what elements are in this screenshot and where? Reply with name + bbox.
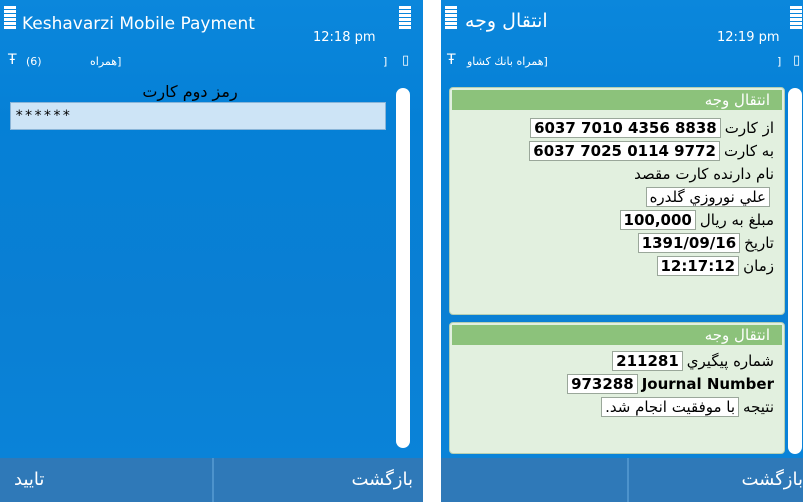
transfer-details-panel: انتقال وجه از كارت6037 7010 4356 8838 به…	[449, 87, 785, 315]
journal-label: Journal Number	[641, 375, 774, 393]
subbar-bracket: ]	[383, 55, 388, 68]
result-row: نتيجهبا موفقيت انجام شد.	[456, 397, 774, 419]
softkey-bar: بازگشت	[441, 458, 803, 502]
password-form: رمز دوم كارت ******	[0, 82, 392, 454]
holder-name-value: علي نوروزي گلدره	[645, 187, 770, 207]
amount-row: مبلغ به ريال100,000	[456, 210, 774, 232]
antenna-icon: Ŧ	[447, 52, 456, 68]
date-label: تاريخ	[744, 234, 774, 252]
clock: 12:19 pm	[717, 30, 780, 45]
panel-header: انتقال وجه	[452, 325, 782, 345]
phone-screen-transfer-result: انتقال وجه 12:19 pm Ŧ همراه بانك كشاو] ]…	[441, 0, 803, 502]
sub-status-bar: Ŧ همراه بانك كشاو] ] ▯	[441, 52, 803, 74]
panel-header: انتقال وجه	[452, 90, 782, 110]
status-bar: Keshavarzi Mobile Payment 12:18 pm	[0, 0, 423, 48]
password-input[interactable]: ******	[10, 102, 386, 130]
softkey-divider	[212, 458, 214, 502]
scrollbar[interactable]	[788, 88, 802, 454]
softkey-divider	[627, 458, 629, 502]
app-title: Keshavarzi Mobile Payment	[22, 14, 255, 34]
holder-name-row: علي نوروزي گلدره	[456, 187, 774, 209]
to-card-row: به كارت6037 7025 0114 9772	[456, 141, 774, 163]
date-row: تاريخ1391/09/16	[456, 233, 774, 255]
from-card-label: از كارت	[724, 119, 774, 137]
sub-status-bar: Ŧ (6) همراه] ] ▯	[0, 52, 423, 74]
signal-strength-icon	[4, 6, 16, 30]
from-card-value: 6037 7010 4356 8838	[530, 118, 721, 138]
battery-icon: ▯	[793, 53, 801, 68]
holder-label-row: نام دارنده كارت مقصد	[456, 164, 774, 186]
to-card-label: به كارت	[723, 142, 774, 160]
result-label: نتيجه	[743, 398, 774, 416]
time-value: 12:17:12	[656, 256, 740, 276]
connection-count: (6)	[26, 55, 42, 68]
battery-level-icon	[399, 6, 411, 30]
screen-title: انتقال وجه	[465, 10, 548, 32]
battery-level-icon	[790, 6, 802, 30]
amount-value: 100,000	[619, 210, 696, 230]
confirm-softkey[interactable]: تایید	[14, 469, 44, 490]
status-bar: انتقال وجه 12:19 pm	[441, 0, 803, 48]
subbar-bracket: ]	[777, 55, 782, 68]
transfer-result-panel: انتقال وجه شماره پيگيري211281 Journal Nu…	[449, 322, 785, 454]
holder-label: نام دارنده كارت مقصد	[634, 164, 774, 183]
operator-name: همراه]	[90, 55, 122, 68]
amount-label: مبلغ به ريال	[699, 211, 774, 229]
scrollbar[interactable]	[396, 88, 410, 448]
time-label: زمان	[743, 257, 774, 275]
tracking-value: 211281	[612, 351, 683, 371]
to-card-value: 6037 7025 0114 9772	[529, 141, 720, 161]
back-softkey[interactable]: بازگشت	[742, 469, 803, 490]
softkey-bar: تایید بازگشت	[0, 458, 423, 502]
phone-screen-password: Keshavarzi Mobile Payment 12:18 pm Ŧ (6)…	[0, 0, 423, 502]
time-row: زمان12:17:12	[456, 256, 774, 278]
clock: 12:18 pm	[313, 30, 376, 45]
antenna-icon: Ŧ	[8, 52, 17, 68]
date-value: 1391/09/16	[637, 233, 741, 253]
journal-row: Journal Number973288	[456, 374, 774, 396]
journal-value: 973288	[567, 374, 638, 394]
tracking-row: شماره پيگيري211281	[456, 351, 774, 373]
result-value: با موفقيت انجام شد.	[601, 397, 740, 417]
battery-icon: ▯	[402, 53, 410, 68]
from-card-row: از كارت6037 7010 4356 8838	[456, 118, 774, 140]
tracking-label: شماره پيگيري	[686, 352, 774, 370]
back-softkey[interactable]: بازگشت	[352, 469, 414, 490]
signal-strength-icon	[445, 6, 457, 30]
password-label: رمز دوم كارت	[142, 82, 238, 101]
operator-name: همراه بانك كشاو]	[467, 55, 548, 68]
